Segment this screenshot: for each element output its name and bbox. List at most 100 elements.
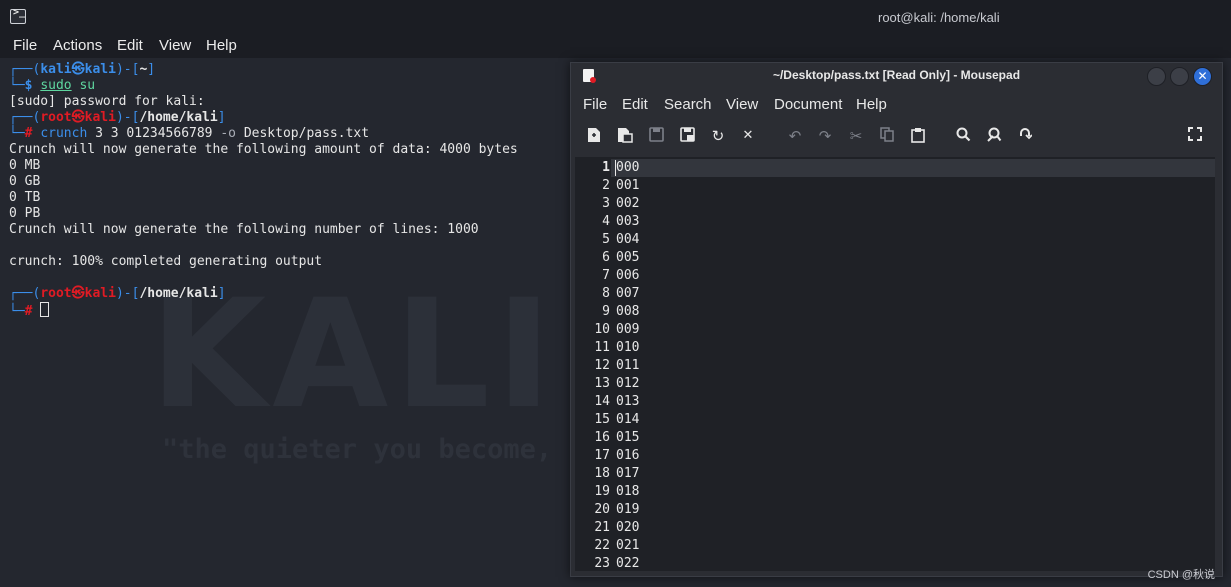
prompt-user-line-2: └─$ sudo su [9,78,96,93]
find-replace-icon[interactable] [985,127,1003,145]
editor-line-text[interactable]: 020 [616,519,639,537]
csdn-watermark: CSDN @秋说 [1147,569,1215,581]
terminal-menubar: File Actions Edit View Help [0,34,1231,58]
minimize-button[interactable] [1147,67,1166,86]
editor-line-text[interactable]: 010 [616,339,639,357]
line-number: 20 [594,502,610,517]
line-number: 23 [594,556,610,571]
editor-line-text[interactable]: 003 [616,213,639,231]
line-number: 6 [602,250,610,265]
output-line: 0 TB [9,190,41,205]
line-number: 10 [594,322,610,337]
paste-icon[interactable] [909,127,927,145]
output-line: Crunch will now generate the following a… [9,142,518,157]
reload-icon[interactable]: ↻ [709,127,727,145]
output-line: 0 PB [9,206,41,221]
line-number: 18 [594,466,610,481]
prompt-root-line-2: └─# crunch 3 3 01234566789 -o Desktop/pa… [9,126,370,141]
line-number: 1 [602,160,610,175]
line-number: 5 [602,232,610,247]
sudo-password-prompt: [sudo] password for kali: [9,94,205,109]
line-number: 19 [594,484,610,499]
editor-line-text[interactable]: 011 [616,357,639,375]
fullscreen-icon[interactable] [1186,127,1204,145]
editor-line-text[interactable]: 004 [616,231,639,249]
line-number: 7 [602,268,610,283]
editor-line-text[interactable]: 001 [616,177,639,195]
save-as-icon[interactable] [678,127,696,145]
redo-icon[interactable]: ↷ [816,127,834,145]
go-to-line-icon[interactable] [1016,127,1034,145]
output-line: 0 MB [9,158,41,173]
editor-line-text[interactable]: 012 [616,375,639,393]
editor-line-text[interactable]: 018 [616,483,639,501]
editor-line-text[interactable]: 005 [616,249,639,267]
new-document-icon[interactable] [585,127,603,145]
mousepad-menubar: File Edit Search View Document Help [571,91,1222,117]
editor-line-text[interactable]: 007 [616,285,639,303]
copy-icon[interactable] [878,127,896,145]
undo-icon[interactable]: ↶ [786,127,804,145]
close-button[interactable]: ✕ [1193,67,1212,86]
line-number: 3 [602,196,610,211]
editor-line-text[interactable]: 015 [616,429,639,447]
terminal-menu-help[interactable]: Help [206,37,237,54]
cut-icon[interactable]: ✂ [847,127,865,145]
prompt-user-line-1: ┌──(kali㉿kali)-[~] [9,62,156,77]
mousepad-toolbar: ↻ ✕ ↶ ↷ ✂ [571,121,1222,153]
editor-line-text[interactable]: 000 [616,159,639,177]
editor-line-text[interactable]: 019 [616,501,639,519]
terminal-cursor [40,302,50,317]
output-line: 0 GB [9,174,41,189]
terminal-menu-edit[interactable]: Edit [117,37,143,54]
editor-line-text[interactable]: 008 [616,303,639,321]
line-number: 22 [594,538,610,553]
prompt-root-line-2[interactable]: └─# [9,302,50,320]
editor-line-text[interactable]: 021 [616,537,639,555]
line-number: 16 [594,430,610,445]
line-number: 21 [594,520,610,535]
editor-line-text[interactable]: 016 [616,447,639,465]
mousepad-menu-document[interactable]: Document [774,96,842,113]
maximize-button[interactable] [1170,67,1189,86]
line-number: 8 [602,286,610,301]
terminal-window-title: root@kali: /home/kali [878,10,1000,25]
line-number: 9 [602,304,610,319]
terminal-app-icon[interactable]: >_ [10,7,26,24]
line-number: 11 [594,340,610,355]
prompt-root-line-1: ┌──(root㉿kali)-[/home/kali] [9,286,226,301]
editor-line-text[interactable]: 017 [616,465,639,483]
text-caret [615,160,616,176]
line-number: 13 [594,376,610,391]
line-number: 17 [594,448,610,463]
output-line: Crunch will now generate the following n… [9,222,479,237]
terminal-menu-view[interactable]: View [159,37,191,54]
terminal-menu-file[interactable]: File [13,37,37,54]
save-icon[interactable] [647,127,665,145]
editor-line-text[interactable]: 022 [616,555,639,571]
mousepad-window: ~/Desktop/pass.txt [Read Only] - Mousepa… [570,62,1223,577]
prompt-root-line-1: ┌──(root㉿kali)-[/home/kali] [9,110,226,125]
mousepad-menu-help[interactable]: Help [856,96,887,113]
mousepad-editor[interactable]: 1 000 2 001 3 002 4 003 5 004 6 005 7 006 8 007 9 008 10 00… [575,157,1215,571]
editor-line-text[interactable]: 013 [616,393,639,411]
editor-line-text[interactable]: 006 [616,267,639,285]
close-tab-icon[interactable]: ✕ [739,127,757,145]
find-icon[interactable] [954,127,972,145]
line-number: 14 [594,394,610,409]
line-number: 4 [602,214,610,229]
mousepad-menu-search[interactable]: Search [664,96,712,113]
mousepad-window-title: ~/Desktop/pass.txt [Read Only] - Mousepa… [772,68,1021,82]
mousepad-menu-file[interactable]: File [583,96,607,113]
mousepad-menu-view[interactable]: View [726,96,758,113]
line-number: 12 [594,358,610,373]
editor-line-text[interactable]: 014 [616,411,639,429]
new-window-icon[interactable] [616,127,634,145]
terminal-menu-actions[interactable]: Actions [53,37,102,54]
mousepad-menu-edit[interactable]: Edit [622,96,648,113]
editor-line-text[interactable]: 009 [616,321,639,339]
editor-line-text[interactable]: 002 [616,195,639,213]
mousepad-titlebar[interactable]: ~/Desktop/pass.txt [Read Only] - Mousepa… [571,63,1222,89]
kali-watermark-tagline: "the quieter you become, t [162,434,585,465]
line-number: 2 [602,178,610,193]
